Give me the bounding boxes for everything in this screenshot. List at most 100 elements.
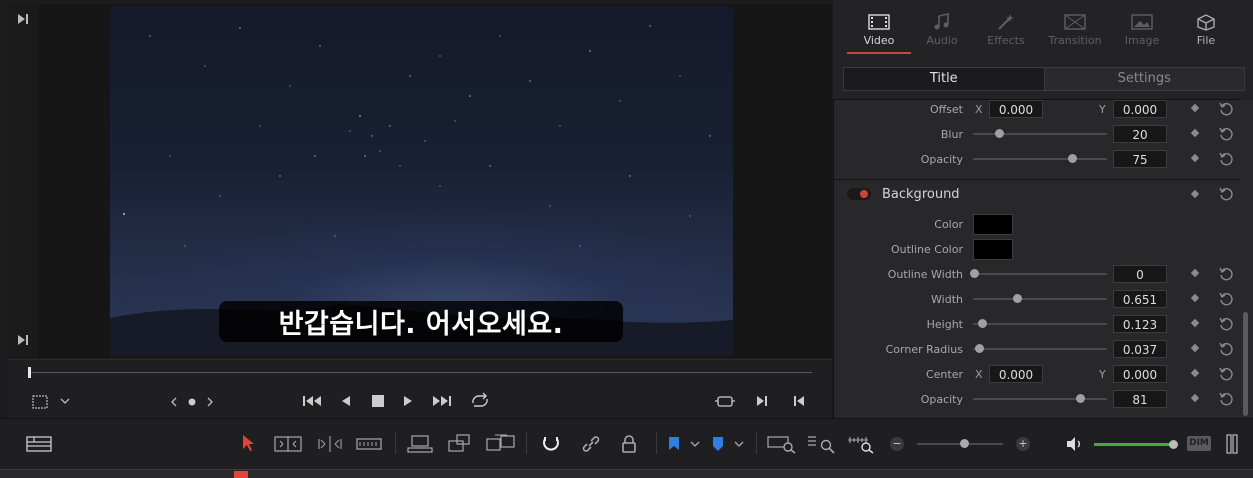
skip-to-end-icon[interactable] — [430, 394, 452, 408]
blade-tool-icon[interactable] — [356, 436, 382, 452]
reset-icon[interactable] — [1218, 186, 1234, 202]
center-x-label: X — [975, 368, 983, 381]
dynamic-trim-icon[interactable] — [316, 435, 344, 453]
outline-width-knob[interactable] — [970, 269, 979, 278]
stop-icon[interactable] — [371, 394, 385, 408]
height-slider[interactable] — [973, 323, 1107, 325]
offset-y-field[interactable]: 0.000 — [1113, 100, 1167, 118]
trim-tool-icon[interactable] — [274, 435, 302, 453]
viewer-top-next-icon[interactable] — [16, 12, 30, 26]
corner-radius-field[interactable]: 0.037 — [1113, 340, 1167, 358]
offset-label: Offset — [929, 103, 963, 116]
subtab-settings[interactable]: Settings — [1043, 68, 1245, 90]
bg-opacity-field[interactable]: 81 — [1113, 390, 1167, 408]
shadow-opacity-field[interactable]: 75 — [1113, 150, 1167, 168]
marker-icon[interactable] — [712, 436, 724, 452]
clip-nav-control[interactable] — [170, 395, 214, 409]
reset-icon[interactable] — [1218, 266, 1234, 282]
zoom-out-button[interactable]: − — [890, 437, 904, 451]
width-field[interactable]: 0.651 — [1113, 290, 1167, 308]
bg-opacity-knob[interactable] — [1076, 394, 1085, 403]
tab-audio[interactable]: Audio — [910, 10, 974, 47]
blur-label: Blur — [940, 128, 963, 141]
next-edit-icon[interactable] — [755, 394, 769, 408]
reset-icon[interactable] — [1218, 366, 1234, 382]
speaker-icon[interactable] — [1066, 436, 1084, 452]
skip-to-start-icon[interactable] — [302, 394, 324, 408]
replace-clip-icon[interactable] — [485, 433, 517, 453]
blur-slider[interactable] — [973, 133, 1107, 135]
bg-opacity-label: Opacity — [920, 393, 963, 406]
zoom-in-button[interactable]: + — [1016, 437, 1030, 451]
reset-icon[interactable] — [1218, 316, 1234, 332]
scrub-playhead[interactable] — [28, 367, 31, 378]
shadow-opacity-slider[interactable] — [973, 158, 1107, 160]
height-field[interactable]: 0.123 — [1113, 315, 1167, 333]
reset-icon[interactable] — [1218, 151, 1234, 167]
overwrite-clip-icon[interactable] — [447, 433, 473, 453]
reset-icon[interactable] — [1218, 341, 1234, 357]
volume-slider-knob[interactable] — [1169, 440, 1178, 449]
subtitle-overlay[interactable]: 반갑습니다. 어서오세요. — [219, 301, 623, 342]
height-knob[interactable] — [978, 319, 987, 328]
tab-file[interactable]: File — [1174, 10, 1238, 47]
outline-width-slider[interactable] — [973, 273, 1107, 275]
tab-image[interactable]: Image — [1110, 10, 1174, 47]
volume-slider[interactable] — [1094, 443, 1174, 446]
snapping-icon[interactable] — [541, 435, 561, 453]
file-icon — [1174, 10, 1238, 34]
full-extent-zoom-icon[interactable] — [767, 434, 797, 454]
color-swatch[interactable] — [973, 214, 1013, 235]
inspector-scrollbar[interactable] — [1243, 312, 1248, 416]
custom-zoom-icon[interactable] — [847, 434, 877, 454]
tab-transition-label: Transition — [1048, 34, 1102, 47]
timeline-view-options-icon[interactable] — [26, 436, 52, 452]
play-reverse-icon[interactable] — [340, 394, 352, 408]
panel-toggle-icon[interactable] — [1226, 434, 1238, 454]
outline-width-field[interactable]: 0 — [1113, 265, 1167, 283]
corner-radius-slider[interactable] — [973, 348, 1107, 350]
viewer-size-icon[interactable] — [31, 394, 49, 410]
shadow-opacity-knob[interactable] — [1068, 154, 1077, 163]
tab-transition[interactable]: Transition — [1043, 10, 1107, 47]
transition-icon — [1043, 10, 1107, 34]
offset-x-field[interactable]: 0.000 — [989, 100, 1043, 118]
chevron-down-icon[interactable] — [734, 440, 744, 448]
play-icon[interactable] — [402, 394, 414, 408]
zoom-slider-knob[interactable] — [960, 439, 969, 448]
link-icon[interactable] — [581, 435, 601, 453]
viewer-bottom-next-icon[interactable] — [16, 333, 30, 347]
insert-clip-icon[interactable] — [406, 434, 434, 454]
tab-effects[interactable]: Effects — [974, 10, 1038, 47]
detail-zoom-icon[interactable] — [807, 434, 837, 454]
match-frame-icon[interactable] — [714, 394, 736, 408]
subtab-title[interactable]: Title — [844, 68, 1044, 90]
toolbar-separator — [526, 432, 527, 454]
flag-icon[interactable] — [668, 436, 680, 452]
scrub-track[interactable] — [30, 372, 812, 373]
reset-icon[interactable] — [1218, 126, 1234, 142]
outline-color-swatch[interactable] — [973, 239, 1013, 260]
bg-opacity-slider[interactable] — [973, 398, 1107, 400]
position-lock-icon[interactable] — [620, 434, 638, 454]
chevron-down-icon[interactable] — [690, 440, 700, 448]
reset-icon[interactable] — [1218, 391, 1234, 407]
tab-video[interactable]: Video — [847, 10, 911, 47]
loop-icon[interactable] — [469, 392, 491, 410]
reset-icon[interactable] — [1218, 101, 1234, 117]
selection-tool-icon[interactable] — [241, 434, 255, 452]
reset-icon[interactable] — [1218, 291, 1234, 307]
image-icon — [1110, 10, 1174, 34]
chevron-down-icon[interactable] — [60, 397, 70, 405]
dim-button[interactable]: DIM — [1187, 436, 1211, 451]
center-y-field[interactable]: 0.000 — [1113, 365, 1167, 383]
toolbar-separator — [756, 432, 757, 454]
width-slider[interactable] — [973, 298, 1107, 300]
blur-slider-knob[interactable] — [995, 129, 1004, 138]
width-knob[interactable] — [1013, 294, 1022, 303]
center-x-field[interactable]: 0.000 — [989, 365, 1043, 383]
prev-edit-icon[interactable] — [792, 394, 806, 408]
blur-field[interactable]: 20 — [1113, 125, 1167, 143]
corner-radius-knob[interactable] — [975, 344, 984, 353]
background-toggle[interactable] — [847, 188, 871, 200]
